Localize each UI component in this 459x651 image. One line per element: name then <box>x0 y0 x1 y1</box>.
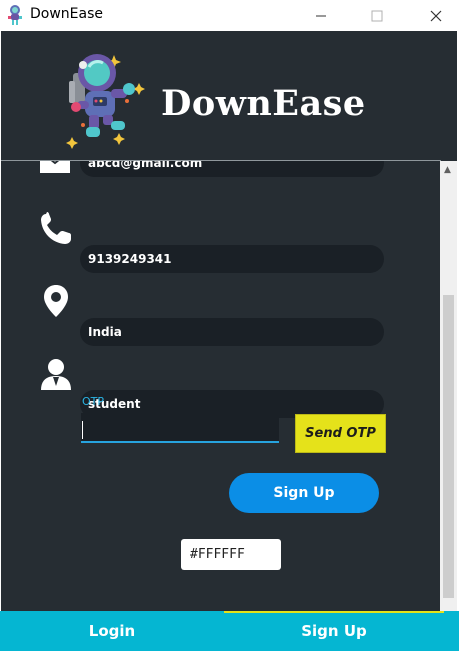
text-caret <box>82 421 83 439</box>
phone-field[interactable]: 9139249341 <box>80 245 384 273</box>
vertical-scroll-thumb[interactable] <box>443 295 454 598</box>
app-logo-text: DownEase <box>161 83 366 124</box>
minimize-icon <box>316 15 326 16</box>
mail-icon <box>40 161 70 173</box>
color-value-field[interactable]: #FFFFFF <box>181 539 281 570</box>
minimize-button[interactable] <box>298 0 344 31</box>
sign-up-button[interactable]: Sign Up <box>229 473 379 513</box>
astronaut-icon <box>66 54 145 149</box>
close-icon <box>430 10 442 21</box>
user-icon <box>41 359 71 390</box>
maximize-button[interactable] <box>354 0 400 31</box>
phone-icon <box>41 212 71 244</box>
maximize-icon <box>371 10 383 21</box>
window-title: DownEase <box>30 6 104 22</box>
close-button[interactable] <box>413 0 459 31</box>
scroll-up-arrow-icon[interactable]: ▲ <box>444 165 451 175</box>
vertical-scrollbar[interactable]: ▲ ▼ <box>440 161 457 624</box>
tab-login[interactable]: Login <box>0 611 224 651</box>
tab-sign-up[interactable]: Sign Up <box>224 611 444 651</box>
signup-window: DownEase abcd@gmail.com 9139249341 India… <box>1 31 457 651</box>
active-tab-indicator <box>224 611 444 613</box>
otp-label: OTP <box>82 395 105 408</box>
window-titlebar: DownEase <box>0 0 459 31</box>
email-field[interactable]: abcd@gmail.com <box>80 161 384 177</box>
otp-input[interactable] <box>81 413 279 443</box>
app-header: DownEase <box>1 31 457 160</box>
country-field[interactable]: India <box>80 318 384 346</box>
send-otp-button[interactable]: Send OTP <box>295 414 386 453</box>
bottom-tab-bar: Login Sign Up <box>0 611 459 651</box>
location-pin-icon <box>44 285 68 317</box>
astronaut-icon <box>8 5 22 25</box>
signup-form[interactable]: abcd@gmail.com 9139249341 India student … <box>1 161 440 624</box>
